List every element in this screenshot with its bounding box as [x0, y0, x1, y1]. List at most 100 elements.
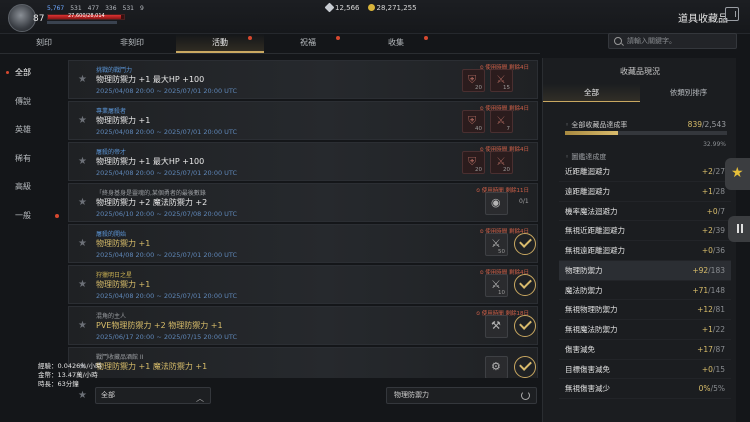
session-stats-overlay: 經驗：0.0426%/小時 金幣：13.47萬/小時 時長：63分鐘	[38, 362, 102, 389]
list-item[interactable]: ★ 狩獵明日之星 物理防禦力 +1 2025/04/08 20:00 ~ 202…	[68, 265, 538, 304]
item-slot[interactable]: ⚔ 10	[485, 274, 508, 297]
stat-label: 魔法防禦力	[565, 285, 603, 295]
favorite-star-icon[interactable]: ★	[78, 238, 87, 249]
stat-label: 無視物理防禦力	[565, 305, 618, 315]
exp-rate: 經驗：0.0426%/小時	[38, 362, 102, 370]
nav-item-rare[interactable]: 稀有	[0, 148, 66, 177]
list-item[interactable]: ★ 混角的主人 PVE物理防禦力 +2 物理防禦力 +1 2025/06/17 …	[68, 306, 538, 345]
item-slot[interactable]: ⛨ 20	[462, 151, 485, 174]
item-category: 混角的主人	[96, 313, 127, 320]
stat-value: 9	[140, 5, 144, 12]
item-slot[interactable]: ⚔ 7	[490, 110, 513, 133]
favorites-button[interactable]: ★	[725, 158, 750, 190]
stat-label: 傷害減免	[565, 344, 595, 354]
gear-icon: ⚙	[491, 360, 501, 373]
item-period: 2025/06/17 20:00 ~ 2025/07/15 20:00 UTC	[96, 333, 238, 341]
stat-label: 無視魔法防禦力	[565, 325, 618, 334]
alert-dot	[55, 213, 59, 218]
favorite-star-icon[interactable]: ★	[78, 197, 87, 208]
list-item[interactable]: ★ 「終身基身是靈魂的,某個勇者的最後數錄 物理防禦力 +2 魔法防禦力 +2 …	[68, 183, 538, 222]
tab-panel-sort[interactable]: 依類別排序	[640, 84, 737, 102]
item-slot[interactable]: ⛨ 40	[462, 110, 485, 133]
stat-row[interactable]: 目標傷害減免 +0/15	[559, 360, 731, 380]
item-effect: PVE物理防禦力 +2 物理防禦力 +1	[96, 321, 223, 330]
tab-non-engraved[interactable]: 非刻印	[88, 34, 176, 53]
stat-row[interactable]: 近距離迴避力 +2/27	[559, 162, 731, 182]
tab-collection[interactable]: 收集	[352, 34, 440, 53]
item-slot[interactable]: ⚔ 20	[490, 151, 513, 174]
avatar[interactable]	[8, 4, 36, 32]
nav-item-all[interactable]: 全部	[0, 62, 66, 91]
stat-list: 近距離迴避力 +2/27 遠距離迴避力 +1/28 機率魔法迴避力 +0/7 無視近距離迴避…	[559, 162, 731, 399]
category-tabs: 刻印 非刻印 活動 祝福 收集	[0, 34, 540, 54]
stat-row[interactable]: 無視傷害減少 0%/5%	[559, 379, 731, 399]
tab-panel-all[interactable]: 全部	[543, 84, 640, 102]
gold-amount: 28,271,255	[367, 4, 417, 12]
exit-button[interactable]	[725, 7, 739, 21]
currency-display: 12,566 28,271,255	[324, 2, 417, 13]
tab-blessing[interactable]: 祝福	[264, 34, 352, 53]
item-effect: 物理防禦力 +1	[96, 116, 151, 125]
status-filter-select[interactable]: 全部 ︿	[95, 387, 211, 404]
item-slot[interactable]: ⛨ 20	[462, 69, 485, 92]
gold-rate: 金幣：13.47萬/小時	[38, 371, 98, 379]
nav-item-heroic[interactable]: 英雄	[0, 119, 66, 148]
stat-value: +0/15	[701, 364, 725, 374]
star-icon: ★	[731, 165, 744, 181]
nav-item-advanced[interactable]: 高級	[0, 176, 66, 205]
stat-row[interactable]: 無視遠距離迴避力 +0/36	[559, 241, 731, 261]
item-slot[interactable]: ◉	[485, 192, 508, 215]
stat-row[interactable]: 機率魔法迴避力 +0/7	[559, 202, 731, 222]
pause-button[interactable]	[728, 216, 750, 242]
stat-row[interactable]: 傷害減免 +17/87	[559, 340, 731, 360]
stat-label: 無視近距離迴避力	[565, 226, 625, 236]
list-item[interactable]: ★ 戰鬥收藏品酒館 II 物理防禦力 +1 魔法防禦力 +1 ⚙	[68, 347, 538, 378]
stat-row[interactable]: 無視近距離迴避力 +2/39	[559, 221, 731, 241]
favorite-star-icon[interactable]: ★	[78, 320, 87, 331]
ring-icon: ◉	[491, 196, 501, 209]
favorite-star-icon[interactable]: ★	[78, 279, 87, 290]
staff-icon: ⚒	[491, 319, 501, 332]
stat-row[interactable]: 無視魔法防禦力 +1/22	[559, 320, 731, 340]
item-slot[interactable]: ⚔ 15	[490, 69, 513, 92]
stat-value: +2/39	[701, 226, 725, 236]
list-item[interactable]: ★ 專業屠殺者 物理防禦力 +1 2025/04/08 20:00 ~ 2025…	[68, 101, 538, 140]
tab-event[interactable]: 活動	[176, 34, 264, 53]
coin-icon	[367, 4, 375, 11]
completed-check-icon	[514, 233, 536, 255]
total-rate-value: 839/2,543	[687, 120, 726, 129]
stat-filter-select[interactable]: 物理防禦力	[386, 387, 537, 404]
item-slot[interactable]: ⚒	[485, 315, 508, 338]
stat-row[interactable]: 物理防禦力 +92/183	[559, 260, 731, 281]
tab-engraved[interactable]: 刻印	[0, 34, 88, 53]
item-slot[interactable]: ⚔ 50	[485, 233, 508, 256]
hp-text: 27,600/28,014	[68, 13, 105, 19]
favorite-filter-star-icon[interactable]: ★	[78, 390, 87, 401]
refresh-icon[interactable]	[521, 391, 530, 400]
search-box	[608, 33, 737, 49]
stat-row[interactable]: 遠距離迴避力 +1/28	[559, 182, 731, 202]
list-item[interactable]: ★ 屠殺的開始 物理防禦力 +1 2025/04/08 20:00 ~ 2025…	[68, 224, 538, 263]
item-category: 狩獵明日之星	[96, 272, 133, 279]
item-period: 2025/06/10 20:00 ~ 2025/07/08 20:00 UTC	[96, 210, 238, 218]
nav-item-common[interactable]: 一般	[0, 205, 66, 234]
item-slot[interactable]: ⚙	[485, 356, 508, 378]
search-input[interactable]	[627, 35, 732, 47]
item-category: 屠殺的開始	[96, 231, 127, 238]
favorite-star-icon[interactable]: ★	[78, 115, 87, 126]
stat-value: +17/87	[697, 344, 725, 354]
list-item[interactable]: ★ 挑戰的戰鬥力 物理防禦力 +1 最大HP +100 2025/04/08 2…	[68, 60, 538, 99]
favorite-star-icon[interactable]: ★	[78, 74, 87, 85]
stat-value: 0%/5%	[698, 384, 725, 394]
stat-value: +0/36	[701, 246, 725, 255]
list-item[interactable]: ★ 屠殺的帝才 物理防禦力 +1 最大HP +100 2025/04/08 20…	[68, 142, 538, 181]
nav-item-legendary[interactable]: 傳說	[0, 91, 66, 120]
favorite-star-icon[interactable]: ★	[78, 156, 87, 167]
stat-row[interactable]: 魔法防禦力 +71/148	[559, 281, 731, 301]
item-category: 專業屠殺者	[96, 108, 127, 115]
stat-label: 遠距離迴避力	[565, 186, 610, 196]
player-level: 87	[33, 14, 45, 24]
alert-dot	[336, 36, 340, 40]
stat-row[interactable]: 無視物理防禦力 +12/81	[559, 300, 731, 320]
stat-label: 目標傷害減免	[565, 364, 610, 374]
